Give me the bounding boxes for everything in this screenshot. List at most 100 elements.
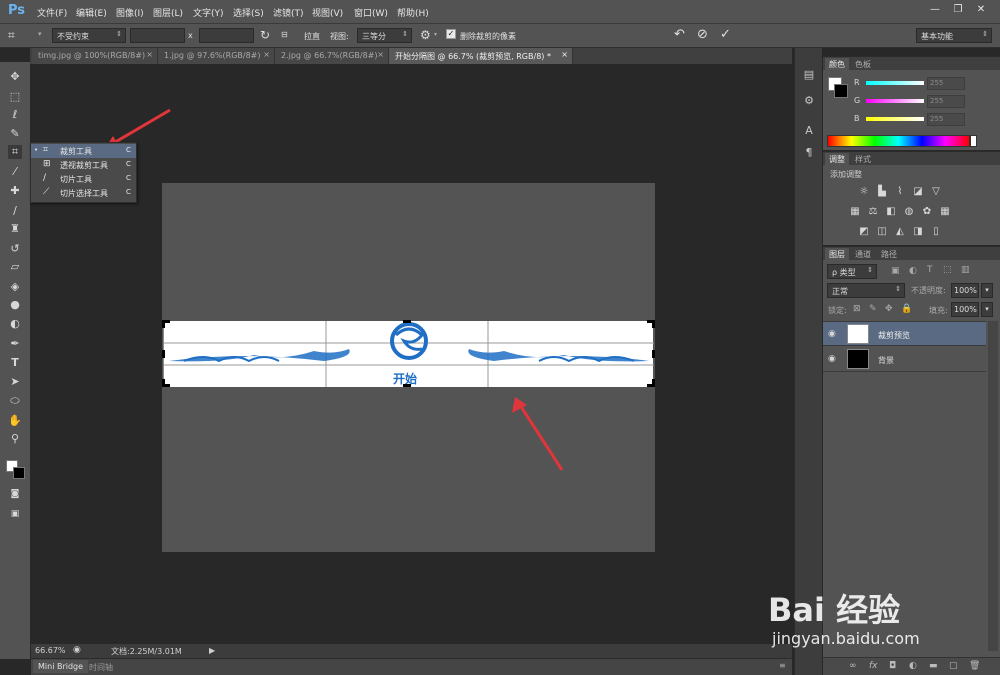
doc-info: 文档:2.25M/3.01M [111,647,182,656]
filter-adjust-icon[interactable]: ◐ [909,266,917,276]
paragraph-panel-icon[interactable]: ¶ [802,146,816,160]
lock-all-icon[interactable]: 🔒 [901,304,912,314]
flyout-label: 切片工具 [60,175,92,184]
filter-pixel-icon[interactable]: ▣ [891,266,900,276]
baidu-watermark: Bai 经验 jingyan.baidu.com [768,585,993,655]
arrow-to-flyout [111,108,171,146]
opacity-label: 不透明度: [911,286,946,295]
color-panel-tabs: 颜色 色板 [823,57,1000,71]
fill-field[interactable]: 100% [951,302,979,317]
color-panel: 颜色 色板 R 255 G 255 B 255 [823,56,1000,150]
character-panel-icon[interactable]: A [802,124,816,138]
levels-icon[interactable]: ▙ [876,186,888,198]
g-value[interactable]: 255 [927,95,965,108]
lock-position-icon[interactable]: ✥ [885,304,893,314]
layers-panel-tabs: 图层 通道 路径 [823,247,1000,261]
tab-layers[interactable]: 图层 [825,248,849,261]
b-slider[interactable] [866,117,924,121]
filter-smart-icon[interactable]: ▥ [961,265,970,275]
layers-footer: ∞ fx ◘ ◐ ▬ ▢ 🗑 [823,657,1000,675]
curves-icon[interactable]: ⌇ [894,186,906,198]
arrow-to-crop [518,404,564,471]
brightness-icon[interactable]: ☼ [858,186,870,198]
link-layers-icon[interactable]: ∞ [849,661,857,671]
zoom-level[interactable]: 66.67% [35,646,66,655]
filter-type-icon[interactable]: T [927,265,933,275]
crop-tool-flyout: • ⌗ 裁剪工具 C ⊞ 透视裁剪工具 C ∕ 切片工具 C ⟋ 切片选择工具 … [30,142,137,203]
channel-label-r: R [854,78,860,87]
blend-mode-dropdown[interactable]: 正常 ⇕ [827,283,905,298]
tab-mini-bridge[interactable]: Mini Bridge [33,660,89,673]
adjustment-layer-icon[interactable]: ◐ [909,661,917,671]
new-group-icon[interactable]: ▬ [929,661,938,671]
status-arrow-icon[interactable]: ▶ [209,646,215,655]
properties-panel-icon[interactable]: ⚙ [802,94,816,108]
selected-bullet-icon: • [34,146,39,154]
tab-swatches[interactable]: 色板 [851,58,875,71]
tab-color[interactable]: 颜色 [825,58,849,71]
g-slider[interactable] [866,99,924,103]
adjustments-panel-tabs: 调整 样式 [823,152,1000,166]
black-white-icon[interactable]: ◧ [885,206,897,218]
visibility-eye-icon[interactable]: ◉ [828,354,836,364]
adjustments-title: 添加调整 [830,170,862,179]
tab-styles[interactable]: 样式 [851,153,875,166]
tab-channels[interactable]: 通道 [851,248,875,261]
bottom-panel-tabs: Mini Bridge 时间轴 ≡ [31,658,792,675]
delete-layer-icon[interactable]: 🗑 [969,661,980,671]
opacity-arrow-icon[interactable]: ▾ [981,283,993,298]
perspective-crop-icon: ⊞ [43,159,51,169]
r-value[interactable]: 255 [927,77,965,90]
photo-filter-icon[interactable]: ◍ [903,206,915,218]
visibility-eye-icon[interactable]: ◉ [828,329,836,339]
opacity-field[interactable]: 100% [951,283,979,298]
hue-saturation-icon[interactable]: ▦ [849,206,861,218]
flyout-item-slice-select[interactable]: ⟋ 切片选择工具 C [31,186,136,200]
r-slider[interactable] [866,81,924,85]
opacity-value: 100% [954,286,977,295]
fx-icon[interactable]: fx [869,661,878,671]
layer-filter-value: ρ 类型 [832,268,856,277]
vibrance-icon[interactable]: ▽ [930,186,942,198]
tab-paths[interactable]: 路径 [877,248,901,261]
fill-arrow-icon[interactable]: ▾ [981,302,993,317]
crop-icon: ⌗ [43,145,49,155]
flyout-item-perspective-crop[interactable]: ⊞ 透视裁剪工具 C [31,158,136,172]
history-panel-icon[interactable]: ▤ [802,68,816,82]
selective-color-icon[interactable]: ◨ [912,226,924,238]
layer-name[interactable]: 裁剪预览 [878,330,910,341]
color-spectrum[interactable] [827,135,970,147]
exposure-icon[interactable]: ◪ [912,186,924,198]
color-balance-icon[interactable]: ⚖ [867,206,879,218]
channel-mixer-icon[interactable]: ✿ [921,206,933,218]
gradient-map-icon[interactable]: ▯ [930,226,942,238]
status-menu-icon[interactable]: ◉ [73,645,81,655]
layer-name[interactable]: 背景 [878,355,894,366]
blend-mode-value: 正常 [832,287,848,296]
lock-transparent-icon[interactable]: ⊠ [853,304,861,314]
invert-icon[interactable]: ◩ [858,226,870,238]
threshold-icon[interactable]: ◭ [894,226,906,238]
b-value[interactable]: 255 [927,113,965,126]
layer-filter-dropdown[interactable]: ρ 类型 ⇕ [827,264,877,279]
fill-label: 填充: [929,306,948,315]
layer-row-crop-preview[interactable]: ◉ 裁剪预览 [823,321,986,346]
filter-shape-icon[interactable]: ⬚ [943,265,952,275]
add-mask-icon[interactable]: ◘ [889,661,896,671]
flyout-item-crop[interactable]: • ⌗ 裁剪工具 C [31,144,136,158]
flyout-item-slice[interactable]: ∕ 切片工具 C [31,172,136,186]
flyout-label: 切片选择工具 [60,189,108,198]
layer-row-background[interactable]: ◉ 背景 [823,347,986,372]
posterize-icon[interactable]: ◫ [876,226,888,238]
color-lookup-icon[interactable]: ▦ [939,206,951,218]
tab-adjustments[interactable]: 调整 [825,153,849,166]
new-layer-icon[interactable]: ▢ [949,661,958,671]
flyout-label: 裁剪工具 [60,147,92,156]
lock-pixels-icon[interactable]: ✎ [869,304,877,314]
bg-color-swatch[interactable] [834,84,848,98]
panel-menu-icon[interactable]: ≡ [779,661,786,670]
tab-timeline[interactable]: 时间轴 [89,662,113,673]
white-sample[interactable] [970,135,977,147]
layer-thumbnail [847,324,869,344]
flyout-label: 透视裁剪工具 [60,161,108,170]
